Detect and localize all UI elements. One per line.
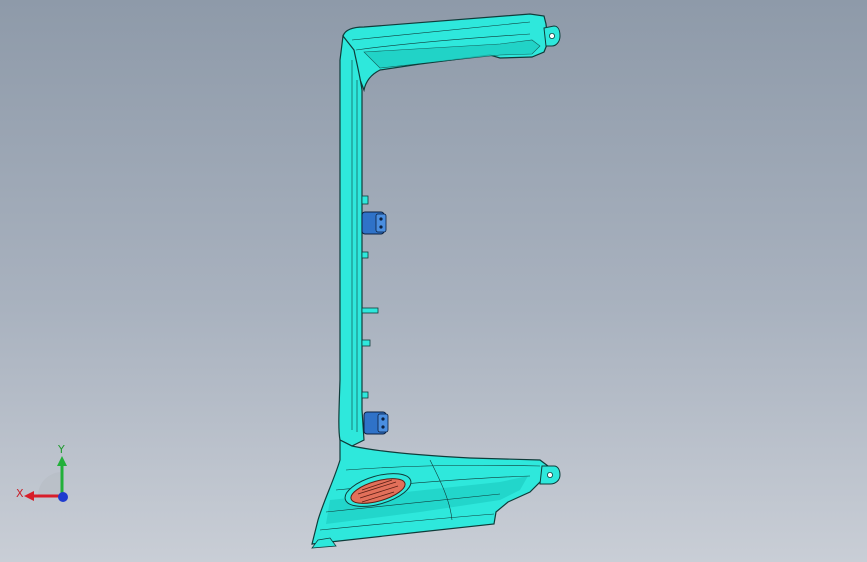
bottom-mount-hole [547, 471, 554, 478]
coordinate-triad: X Y [10, 440, 80, 510]
x-axis-label: X [16, 487, 24, 500]
top-mount-hole [549, 33, 556, 40]
upper-clip [361, 211, 387, 235]
vertical-pillar [338, 34, 365, 447]
y-axis-label: Y [58, 443, 65, 456]
part-model[interactable] [0, 0, 867, 562]
cad-viewport[interactable]: X Y [0, 0, 867, 562]
lower-clip [363, 411, 389, 435]
